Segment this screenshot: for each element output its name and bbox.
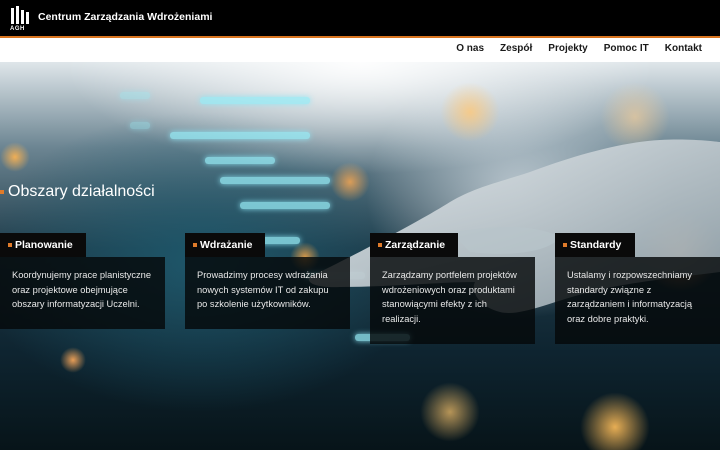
card-body-wdrazanie: Prowadzimy procesy wdrażania nowych syst…	[185, 257, 350, 329]
card-header-wdrazanie[interactable]: Wdrażanie	[185, 233, 265, 257]
nav-item-pomoc-it[interactable]: Pomoc IT	[604, 43, 649, 54]
nav-item-kontakt[interactable]: Kontakt	[665, 43, 702, 54]
card-title: Standardy	[570, 239, 622, 251]
accent-square-icon	[563, 243, 567, 247]
card-body-zarzadzanie: Zarządzamy portfelem projektów wdrożenio…	[370, 257, 535, 344]
card-body-standardy: Ustalamy i rozpowszechniamy standardy zw…	[555, 257, 720, 344]
nav-item-o-nas[interactable]: O nas	[456, 43, 484, 54]
top-bar: AGH Centrum Zarządzania Wdrożeniami	[0, 0, 720, 38]
screen-bar	[170, 132, 310, 139]
card-header-planowanie[interactable]: Planowanie	[0, 233, 86, 257]
section-heading-text: Obszary działalności	[8, 183, 155, 200]
screen-bar	[205, 157, 275, 164]
accent-square-icon	[0, 189, 4, 194]
section-heading: Obszary działalności	[0, 183, 155, 201]
screen-bar	[120, 92, 150, 99]
bokeh-light	[580, 392, 650, 450]
card-title: Wdrażanie	[200, 239, 253, 251]
accent-square-icon	[8, 243, 12, 247]
card-title: Zarządzanie	[385, 239, 446, 251]
bokeh-light	[0, 142, 30, 172]
main-nav: O nas Zespół Projekty Pomoc IT Kontakt	[456, 43, 702, 54]
card-text: Zarządzamy portfelem projektów wdrożenio…	[382, 270, 517, 324]
card-header-zarzadzanie[interactable]: Zarządzanie	[370, 233, 458, 257]
screen-bar	[130, 122, 150, 129]
bokeh-light	[60, 347, 86, 373]
card-body-planowanie: Koordynujemy prace planistyczne oraz pro…	[0, 257, 165, 329]
logo-label: AGH	[10, 26, 25, 32]
card-text: Ustalamy i rozpowszechniamy standardy zw…	[567, 270, 693, 324]
accent-square-icon	[378, 243, 382, 247]
card-text: Prowadzimy procesy wdrażania nowych syst…	[197, 270, 329, 309]
nav-item-zespol[interactable]: Zespół	[500, 43, 532, 54]
agh-logo-icon	[11, 6, 29, 24]
bokeh-light	[420, 382, 480, 442]
screen-bar	[200, 97, 310, 104]
nav-item-projekty[interactable]: Projekty	[548, 43, 587, 54]
navigation-bar: O nas Zespół Projekty Pomoc IT Kontakt	[0, 38, 720, 62]
card-text: Koordynujemy prace planistyczne oraz pro…	[12, 270, 152, 309]
card-header-standardy[interactable]: Standardy	[555, 233, 635, 257]
card-title: Planowanie	[15, 239, 73, 251]
screen-bar	[260, 237, 300, 244]
site-title[interactable]: Centrum Zarządzania Wdrożeniami	[38, 11, 212, 23]
accent-square-icon	[193, 243, 197, 247]
